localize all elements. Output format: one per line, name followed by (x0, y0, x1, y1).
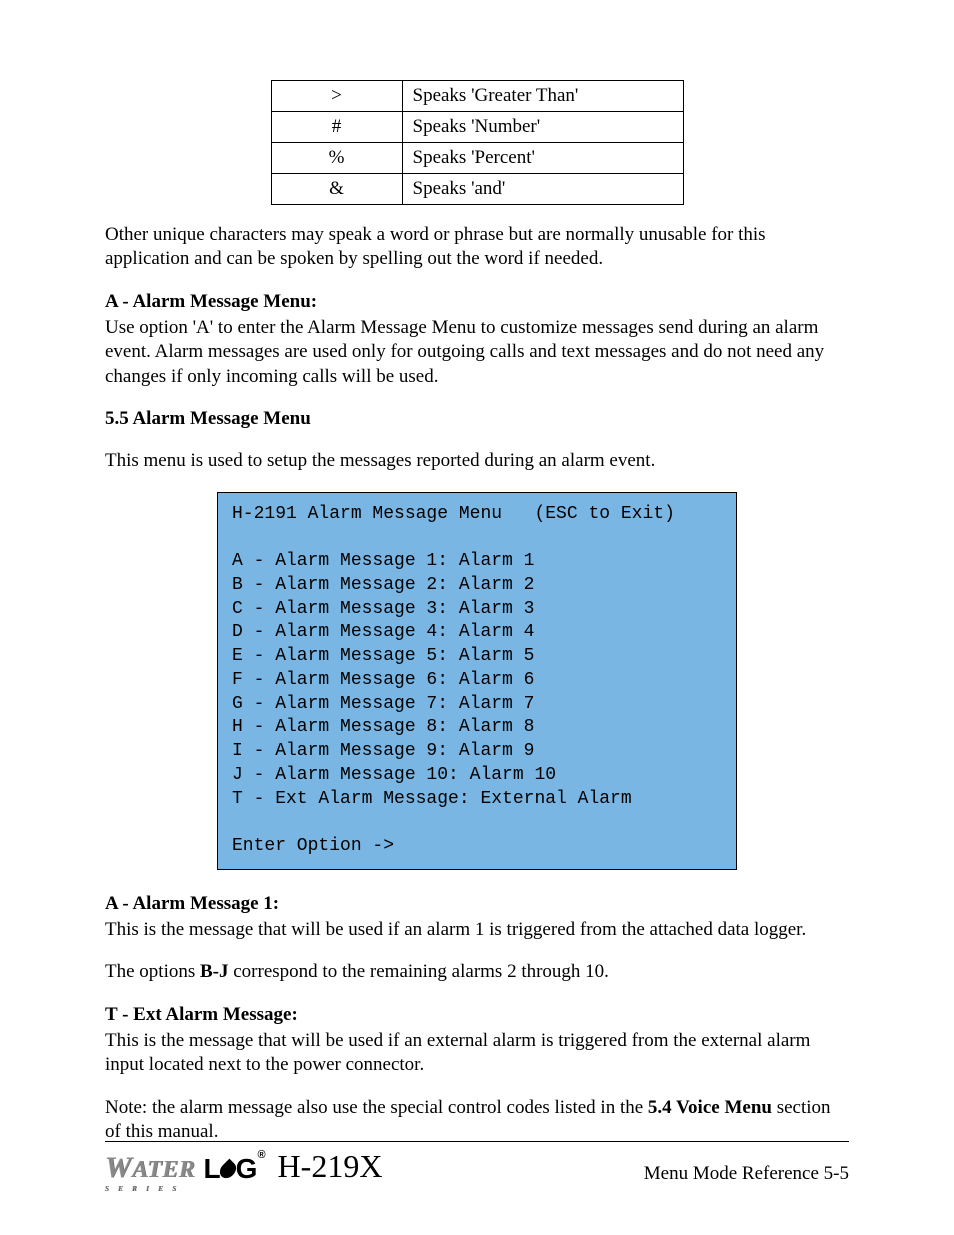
model-number: H-219X (278, 1148, 383, 1185)
paragraph-alarm-menu: Use option 'A' to enter the Alarm Messag… (105, 316, 849, 389)
heading-alarm-menu: A - Alarm Message Menu: (105, 291, 317, 312)
desc-cell: Speaks 'Number' (402, 112, 683, 143)
text-bold: 5.4 Voice Menu (648, 1097, 772, 1118)
text-bold: B-J (200, 961, 229, 982)
page-footer: WATER S E R I E S L G ® H-219X Menu Mode… (105, 1141, 849, 1185)
symbol-cell: % (271, 143, 402, 174)
logo-series: S E R I E S (105, 1185, 180, 1193)
symbol-cell: > (271, 81, 402, 112)
paragraph-note: Note: the alarm message also use the spe… (105, 1096, 849, 1145)
symbol-cell: & (271, 174, 402, 205)
registered-icon: ® (257, 1149, 264, 1161)
desc-cell: Speaks 'Percent' (402, 143, 683, 174)
footer-page-ref: Menu Mode Reference 5-5 (644, 1163, 849, 1185)
table-row: & Speaks 'and' (271, 174, 683, 205)
table-row: # Speaks 'Number' (271, 112, 683, 143)
alarm-message-menu-terminal: H-2191 Alarm Message Menu (ESC to Exit) … (217, 492, 737, 870)
footer-rule (105, 1141, 849, 1142)
heading-ext-alarm: T - Ext Alarm Message: (105, 1004, 298, 1025)
symbol-cell: # (271, 112, 402, 143)
logo-lg: L G ® (204, 1153, 264, 1185)
desc-cell: Speaks 'Greater Than' (402, 81, 683, 112)
heading-5-5: 5.5 Alarm Message Menu (105, 408, 311, 429)
text-run: Note: the alarm message also use the spe… (105, 1097, 648, 1118)
paragraph-ext-alarm: This is the message that will be used if… (105, 1029, 849, 1078)
paragraph-options-bj: The options B-J correspond to the remain… (105, 960, 849, 984)
logo-block: WATER S E R I E S L G ® H-219X (105, 1148, 382, 1185)
text-run: correspond to the remaining alarms 2 thr… (229, 961, 609, 982)
table-row: % Speaks 'Percent' (271, 143, 683, 174)
character-table: > Speaks 'Greater Than' # Speaks 'Number… (271, 80, 684, 205)
paragraph-other-chars: Other unique characters may speak a word… (105, 223, 849, 272)
paragraph-alarm-message-1: This is the message that will be used if… (105, 918, 849, 942)
desc-cell: Speaks 'and' (402, 174, 683, 205)
logo-water: WATER S E R I E S (105, 1151, 196, 1185)
logo-g: G (236, 1153, 257, 1185)
logo-l: L (204, 1153, 220, 1185)
heading-alarm-message-1: A - Alarm Message 1: (105, 893, 279, 914)
text-run: The options (105, 961, 200, 982)
table-row: > Speaks 'Greater Than' (271, 81, 683, 112)
paragraph-5-5: This menu is used to setup the messages … (105, 449, 849, 473)
